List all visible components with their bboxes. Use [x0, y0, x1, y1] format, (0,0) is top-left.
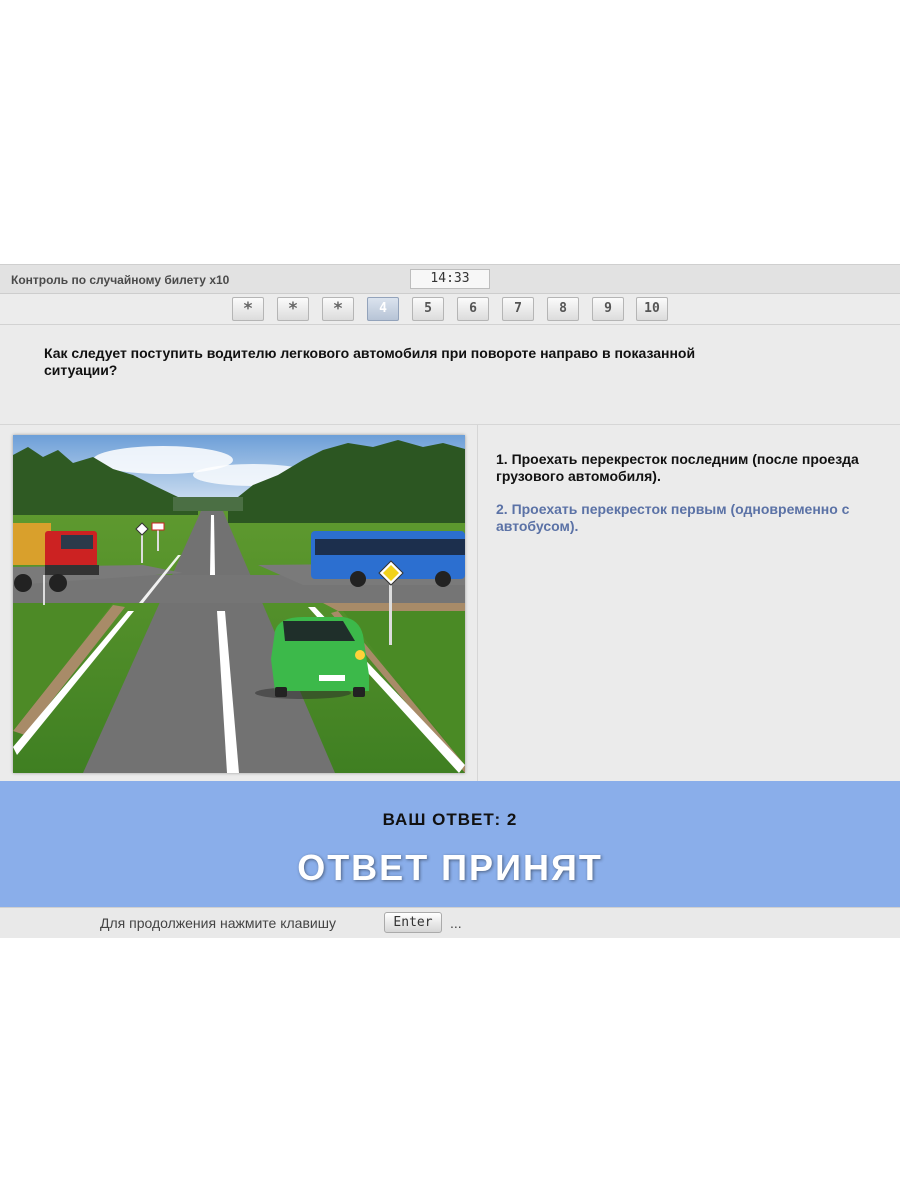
question-button-8[interactable]: 8: [547, 297, 579, 321]
question-button-2[interactable]: *: [277, 297, 309, 321]
answer-option-1[interactable]: 1. Проехать перекресток последним (после…: [496, 451, 888, 485]
title-bar: Контроль по случайному билету x10 14:33: [0, 265, 900, 294]
question-area: Как следует поступить водителю легкового…: [0, 325, 900, 425]
result-band: ВАШ ОТВЕТ: 2 ОТВЕТ ПРИНЯТ: [0, 781, 900, 907]
image-panel: [0, 425, 478, 781]
exam-window: Контроль по случайному билету x10 14:33 …: [0, 264, 900, 938]
your-answer-label: ВАШ ОТВЕТ: 2: [382, 810, 518, 829]
question-button-3[interactable]: *: [322, 297, 354, 321]
continue-prompt: Для продолжения нажмите клавишу: [100, 915, 336, 931]
answer-accepted-message: ОТВЕТ ПРИНЯТ: [297, 847, 603, 888]
answer-option-2[interactable]: 2. Проехать перекресток первым (одноврем…: [496, 501, 888, 535]
question-text: Как следует поступить водителю легкового…: [44, 345, 696, 378]
app-title: Контроль по случайному билету x10: [11, 273, 230, 287]
intersection-scene-image: [13, 435, 465, 773]
answers-list: 1. Проехать перекресток последним (после…: [496, 451, 888, 551]
question-button-1[interactable]: *: [232, 297, 264, 321]
footer-bar: Для продолжения нажмите клавишу Enter ..…: [0, 907, 900, 938]
question-button-7[interactable]: 7: [502, 297, 534, 321]
enter-key-button[interactable]: Enter: [384, 912, 442, 933]
prompt-ellipsis: ...: [450, 915, 462, 931]
question-button-5[interactable]: 5: [412, 297, 444, 321]
question-button-9[interactable]: 9: [592, 297, 624, 321]
question-button-4[interactable]: 4: [367, 297, 399, 321]
question-button-10[interactable]: 10: [636, 297, 668, 321]
question-navigation: * * * 4 5 6 7 8 9 10: [0, 294, 900, 325]
question-button-6[interactable]: 6: [457, 297, 489, 321]
timer-display: 14:33: [410, 269, 490, 289]
question-content: 1. Проехать перекресток последним (после…: [0, 425, 900, 781]
